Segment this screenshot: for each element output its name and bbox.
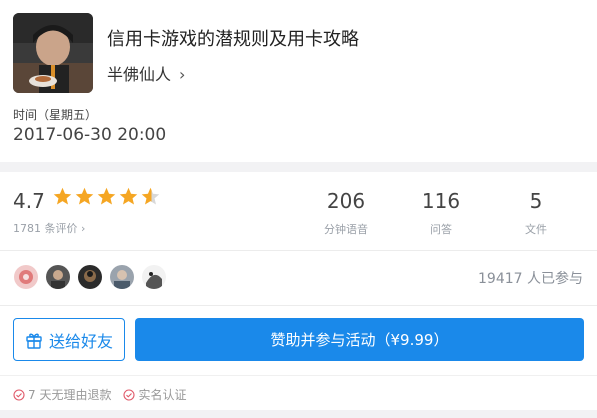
course-cover-image[interactable] [13,13,93,93]
star-icon [97,187,116,205]
star-icon [75,187,94,205]
star-icon [53,187,72,205]
participant-avatar [142,265,166,289]
bottom-divider [0,410,597,418]
star-icon [119,187,138,205]
divider [0,375,597,376]
sponsor-join-button[interactable]: 赞助并参与活动（¥9.99） [135,318,584,361]
participant-avatar [78,265,102,289]
stat-label: 问答 [430,223,452,236]
check-circle-icon [13,388,25,401]
gift-to-friend-button[interactable]: 送给好友 [13,318,125,361]
stat-value: 116 [421,189,461,213]
review-count-link[interactable]: 1781 条评价 › [13,220,85,236]
chevron-right-icon: › [179,65,186,84]
section-divider [0,162,597,172]
refund-badge: 7 天无理由退款 [13,386,111,403]
course-title: 信用卡游戏的潜规则及用卡攻略 [107,29,359,50]
divider [0,305,597,306]
time-value: 2017-06-30 20:00 [13,125,167,145]
stat-label: 分钟语音 [324,223,368,236]
participant-avatar [46,265,70,289]
check-circle-icon [123,388,136,401]
author-name: 半佛仙人 [107,65,172,84]
participants-row[interactable]: 19417 人已参与 [0,251,597,305]
stat-value: 5 [529,189,543,213]
stat-audio-minutes: 206 分钟语音 [306,189,386,237]
gift-icon [26,333,42,349]
course-header: 信用卡游戏的潜规则及用卡攻略 半佛仙人 › 时间（星期五） 2017-06-30 … [0,0,597,162]
participant-avatar [14,265,38,289]
stat-value: 206 [326,189,366,213]
service-badges: 7 天无理由退款 实名认证 [13,386,198,403]
participant-count: 19417 人已参与 [478,271,583,287]
time-label: 时间（星期五） [13,108,98,122]
sponsor-button-label: 赞助并参与活动（¥9.99） [270,331,449,349]
participant-avatar [110,265,134,289]
stat-files[interactable]: 5 文件 [496,189,576,237]
stat-qa[interactable]: 116 问答 [401,189,481,237]
verified-badge: 实名认证 [123,386,186,403]
star-half-icon [141,187,160,205]
stats-row: 4.7 1781 条评价 › 206 分钟语音 116 问答 5 文件 [0,172,597,250]
author-link[interactable]: 半佛仙人 › [107,61,185,85]
gift-button-label: 送给好友 [48,331,113,351]
badge-label: 7 天无理由退款 [28,388,112,402]
star-rating [52,186,162,207]
badge-label: 实名认证 [138,388,187,402]
rating-score: 4.7 [13,189,45,213]
stat-label: 文件 [525,223,547,236]
